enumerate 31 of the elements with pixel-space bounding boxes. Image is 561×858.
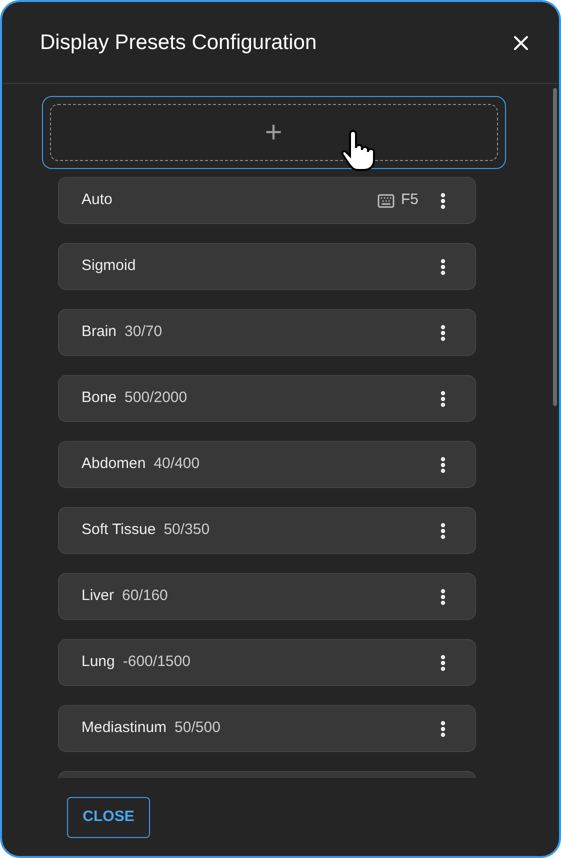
preset-row[interactable]: Liver 60/160 [58, 573, 476, 620]
preset-window-value: 50/500 [174, 718, 220, 738]
preset-row[interactable]: Abdomen 40/400 [58, 441, 476, 488]
preset-row[interactable]: Auto F5 [58, 177, 476, 224]
dialog-title: Display Presets Configuration [40, 30, 317, 56]
preset-row[interactable]: Bone 500/2000 [58, 375, 476, 422]
preset-name: Soft Tissue [82, 520, 156, 540]
preset-window-value: 500/2000 [124, 388, 188, 408]
preset-name: Brain [82, 322, 117, 342]
preset-name: Abdomen [82, 454, 146, 474]
preset-name: Auto [82, 190, 112, 210]
preset-window-value: 40/400 [154, 454, 200, 474]
preset-row[interactable]: Brain 30/70 [58, 309, 476, 356]
keyboard-icon [376, 192, 395, 210]
preset-window-value: -600/1500 [122, 652, 190, 672]
shortcut-key: F5 [400, 189, 418, 212]
preset-name: Lung [82, 652, 115, 672]
preset-row[interactable]: Sigmoid [58, 243, 476, 290]
scrollbar-thumb[interactable] [553, 88, 557, 406]
preset-window-value: 50/350 [164, 520, 210, 540]
preset-row[interactable]: Soft Tissue 50/350 [58, 507, 476, 554]
preset-row[interactable]: Mediastinum 50/500 [58, 705, 476, 752]
preset-name: Mediastinum [82, 718, 167, 738]
preset-name: Sigmoid [82, 256, 136, 276]
preset-window-value: 60/160 [122, 586, 168, 606]
hand-cursor-icon [341, 130, 375, 172]
preset-name: Bone [82, 388, 117, 408]
preset-window-value: 30/70 [124, 322, 162, 342]
preset-row[interactable]: Lung -600/1500 [58, 639, 476, 686]
close-button[interactable]: CLOSE [67, 796, 150, 838]
preset-name: Liver [82, 586, 114, 606]
